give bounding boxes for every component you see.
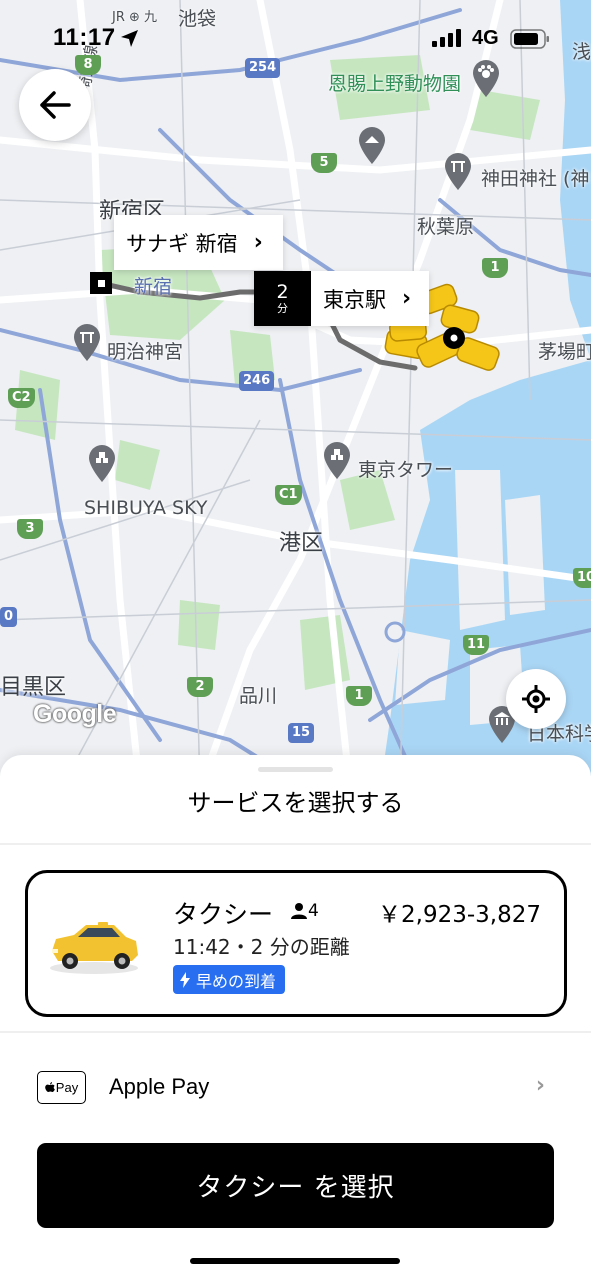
badge-label: 早めの到着 (196, 971, 277, 991)
battery-icon (510, 29, 549, 49)
route-shield: 0 (0, 607, 18, 627)
apple-pay-icon-text: Pay (55, 1080, 79, 1095)
eta-number: 2 (276, 280, 289, 303)
option-name: タクシー (173, 900, 274, 929)
ride-option-taxi[interactable]: タクシー 4 ￥2,923-3,827 11:42・2 分の距離 早めの到着 (25, 870, 567, 1017)
map-base (0, 0, 591, 790)
back-button[interactable] (19, 69, 91, 141)
payment-method-row[interactable]: Pay Apple Pay › (0, 1047, 591, 1147)
google-logo: Google (33, 700, 117, 728)
my-location-button[interactable] (506, 669, 566, 729)
sheet-drag-handle[interactable] (258, 767, 333, 772)
network-type: 4G (472, 27, 499, 49)
option-capacity-count: 4 (308, 901, 319, 921)
route-shield: 11 (463, 635, 490, 655)
crosshair-icon (522, 685, 550, 713)
map-label-shinjuku-station: 新宿 (134, 276, 173, 298)
chevron-right-icon: › (402, 286, 412, 311)
route-shield: 246 (239, 371, 275, 391)
status-bar: 11:17 4G (0, 0, 591, 80)
map-label-kayabacho: 茅場町 (538, 341, 591, 363)
map-view[interactable]: 池袋 JR ⊕ 九 埼京線 恩賜上野動物園 新宿区 神田神社 (神 秋葉原 新宿… (0, 0, 591, 790)
route-shield: C2 (8, 388, 35, 408)
divider (0, 843, 591, 845)
map-label-meiji-jingu: 明治神宮 (107, 341, 184, 363)
route-shield: 1 (482, 258, 508, 278)
person-icon (291, 903, 307, 919)
map-label-akihabara: 秋葉原 (417, 216, 475, 238)
arrow-left-icon (40, 91, 71, 119)
select-ride-button[interactable]: タクシー を選択 (37, 1143, 554, 1228)
home-indicator (190, 1258, 400, 1264)
map-label-tokyo-tower: 東京タワー (358, 459, 454, 481)
bottom-sheet: サービスを選択する タクシー 4 ￥2,923-3,827 11:42・2 分の… (0, 755, 591, 1280)
apple-pay-icon: Pay (37, 1071, 86, 1104)
destination-callout[interactable]: 2 分 東京駅 › (254, 271, 430, 326)
location-arrow-icon (121, 30, 138, 47)
map-label-minato-ward: 港区 (279, 531, 324, 556)
option-eta: 11:42・2 分の距離 (173, 935, 350, 959)
pickup-location-label: サナギ 新宿 (126, 231, 238, 256)
apple-logo-icon (44, 1081, 55, 1092)
status-time: 11:17 (53, 24, 116, 51)
option-price: ￥2,923-3,827 (378, 902, 541, 928)
chevron-right-icon: › (535, 1073, 545, 1098)
divider (0, 1031, 591, 1033)
chevron-right-icon: › (253, 230, 263, 255)
route-shield: 2 (187, 677, 213, 697)
eta-box: 2 分 (254, 271, 311, 326)
route-shield: C1 (275, 485, 302, 505)
map-label-meguro-ward: 目黒区 (0, 675, 67, 700)
route-shield: 15 (288, 723, 315, 743)
eta-unit: 分 (277, 301, 288, 315)
route-shield: 10 (573, 568, 591, 588)
route-shield: 5 (311, 153, 337, 173)
landmark-pin-icon (324, 442, 350, 479)
pickup-marker-icon (90, 272, 112, 294)
map-label-shibuya-sky: SHIBUYA SKY (84, 497, 208, 519)
route-shield: 1 (346, 686, 372, 706)
shrine-pin-icon (445, 153, 471, 190)
pickup-callout[interactable]: サナギ 新宿 › (114, 215, 283, 270)
sheet-title: サービスを選択する (187, 789, 404, 817)
landmark-pin-icon (89, 445, 115, 482)
faster-arrival-badge: 早めの到着 (173, 965, 286, 994)
lightning-bolt-icon (180, 971, 190, 988)
payment-label: Apple Pay (109, 1074, 210, 1099)
taxi-car-icon (50, 922, 138, 974)
map-label-kanda-shrine: 神田神社 (神 (481, 168, 590, 190)
shrine-pin-icon (74, 324, 100, 361)
option-capacity: 4 (290, 901, 319, 921)
route-shield: 3 (17, 519, 43, 539)
destination-label: 東京駅 (323, 287, 386, 312)
map-label-shinagawa: 品川 (239, 685, 278, 707)
cellular-signal-icon (432, 29, 461, 47)
shopping-pin-icon (359, 127, 385, 164)
